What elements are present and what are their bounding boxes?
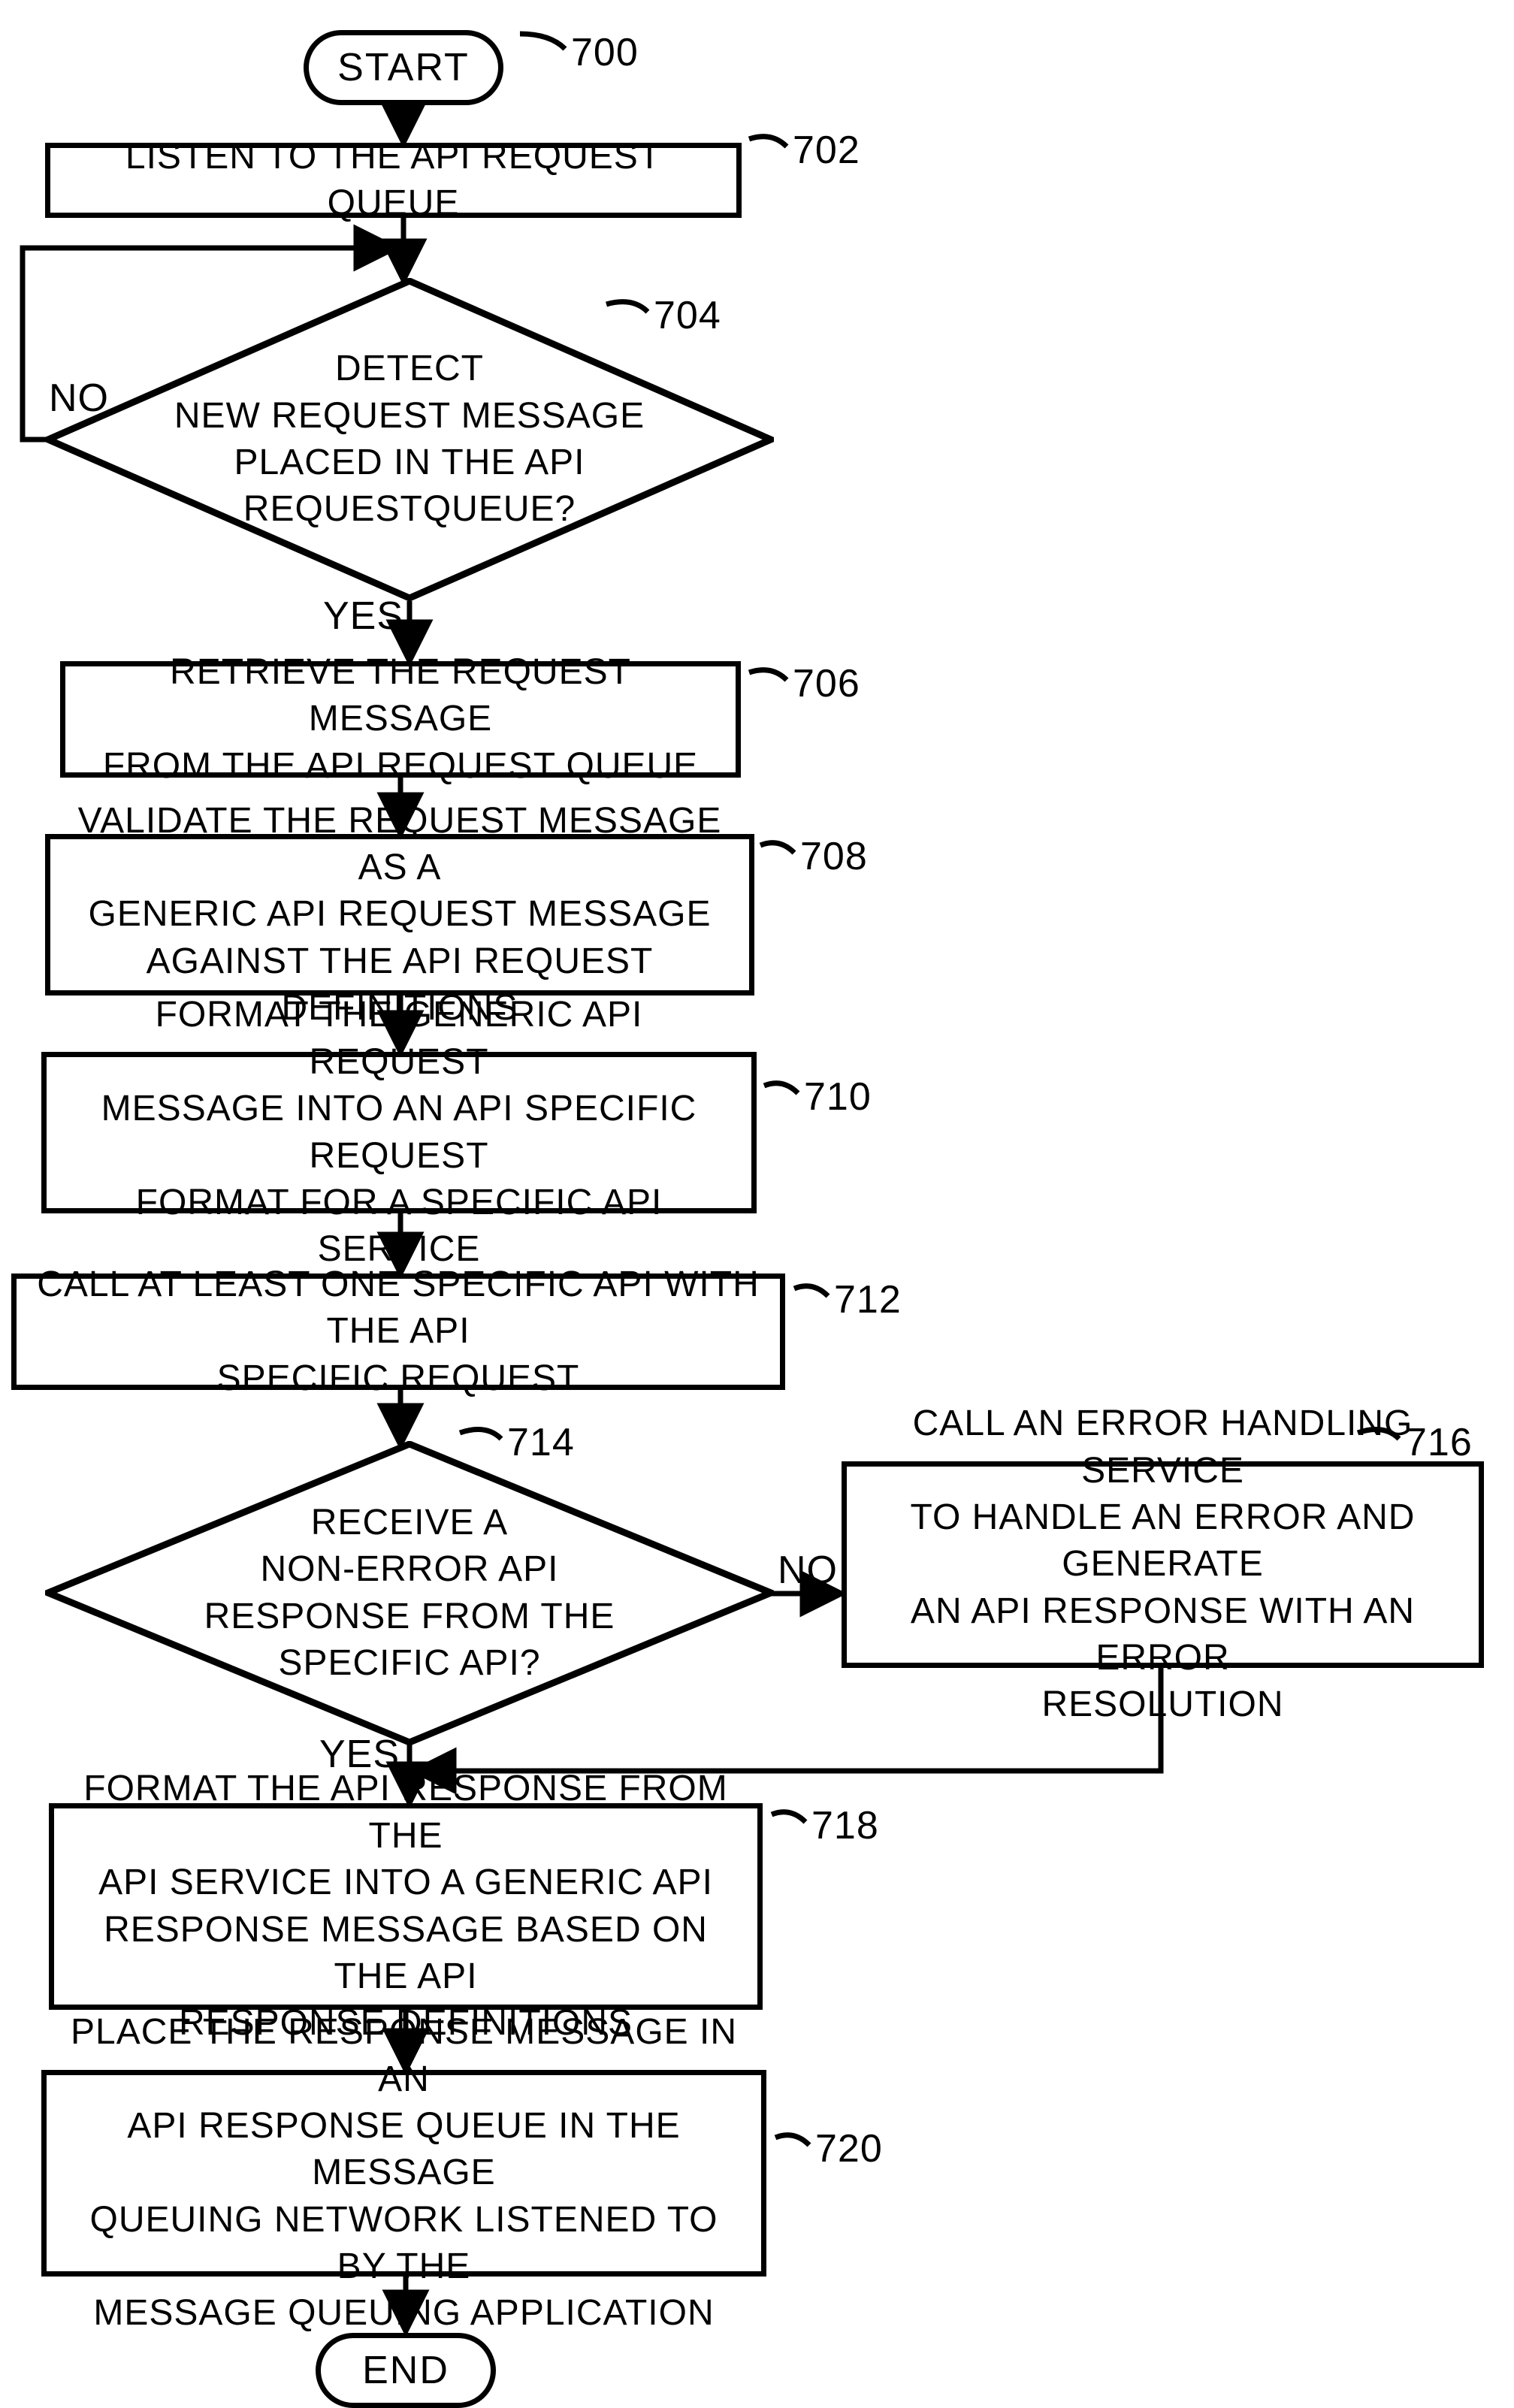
call-label: CALL AT LEAST ONE SPECIFIC API WITH THE … xyxy=(32,1261,765,1402)
call-box: CALL AT LEAST ONE SPECIFIC API WITH THE … xyxy=(11,1273,785,1390)
format-resp-label: FORMAT THE API RESPONSE FROM THE API SER… xyxy=(69,1766,742,2047)
ref-706: 706 xyxy=(793,661,860,706)
format-req-box: FORMAT THE GENERIC API REQUEST MESSAGE I… xyxy=(41,1052,757,1213)
no-label-1: NO xyxy=(49,376,109,421)
retrieve-label: RETRIEVE THE REQUEST MESSAGE FROM THE AP… xyxy=(80,649,721,790)
yes-label-1: YES xyxy=(323,594,403,639)
place-label: PLACE THE RESPONSE MESSAGE IN AN API RES… xyxy=(62,2009,746,2337)
listen-label: LISTEN TO THE API REQUEST QUEUE xyxy=(65,134,721,228)
ref-712: 712 xyxy=(834,1277,902,1322)
no-label-2: NO xyxy=(778,1548,838,1593)
place-box: PLACE THE RESPONSE MESSAGE IN AN API RES… xyxy=(41,2070,766,2277)
receive-diamond: RECEIVE A NON-ERROR API RESPONSE FROM TH… xyxy=(45,1441,774,1745)
start-terminator: START xyxy=(304,30,503,105)
format-resp-box: FORMAT THE API RESPONSE FROM THE API SER… xyxy=(49,1803,763,2010)
error-label: CALL AN ERROR HANDLING SERVICE TO HANDLE… xyxy=(862,1400,1464,1729)
end-label: END xyxy=(362,2348,449,2393)
ref-704: 704 xyxy=(654,293,721,338)
receive-label: RECEIVE A NON-ERROR API RESPONSE FROM TH… xyxy=(45,1441,774,1745)
ref-718: 718 xyxy=(811,1803,879,1848)
ref-700: 700 xyxy=(571,30,639,75)
ref-710: 710 xyxy=(804,1074,872,1119)
validate-box: VALIDATE THE REQUEST MESSAGE AS A GENERI… xyxy=(45,834,754,996)
end-terminator: END xyxy=(316,2333,496,2408)
listen-box: LISTEN TO THE API REQUEST QUEUE xyxy=(45,143,742,218)
retrieve-box: RETRIEVE THE REQUEST MESSAGE FROM THE AP… xyxy=(60,661,741,778)
ref-714: 714 xyxy=(507,1420,575,1465)
error-box: CALL AN ERROR HANDLING SERVICE TO HANDLE… xyxy=(842,1461,1484,1668)
format-req-label: FORMAT THE GENERIC API REQUEST MESSAGE I… xyxy=(62,992,736,1273)
flowchart-canvas: START 700 LISTEN TO THE API REQUEST QUEU… xyxy=(0,0,1514,2174)
ref-716: 716 xyxy=(1405,1420,1473,1465)
ref-702: 702 xyxy=(793,128,860,173)
ref-708: 708 xyxy=(800,834,868,879)
ref-720: 720 xyxy=(815,2126,883,2171)
start-label: START xyxy=(337,45,470,90)
